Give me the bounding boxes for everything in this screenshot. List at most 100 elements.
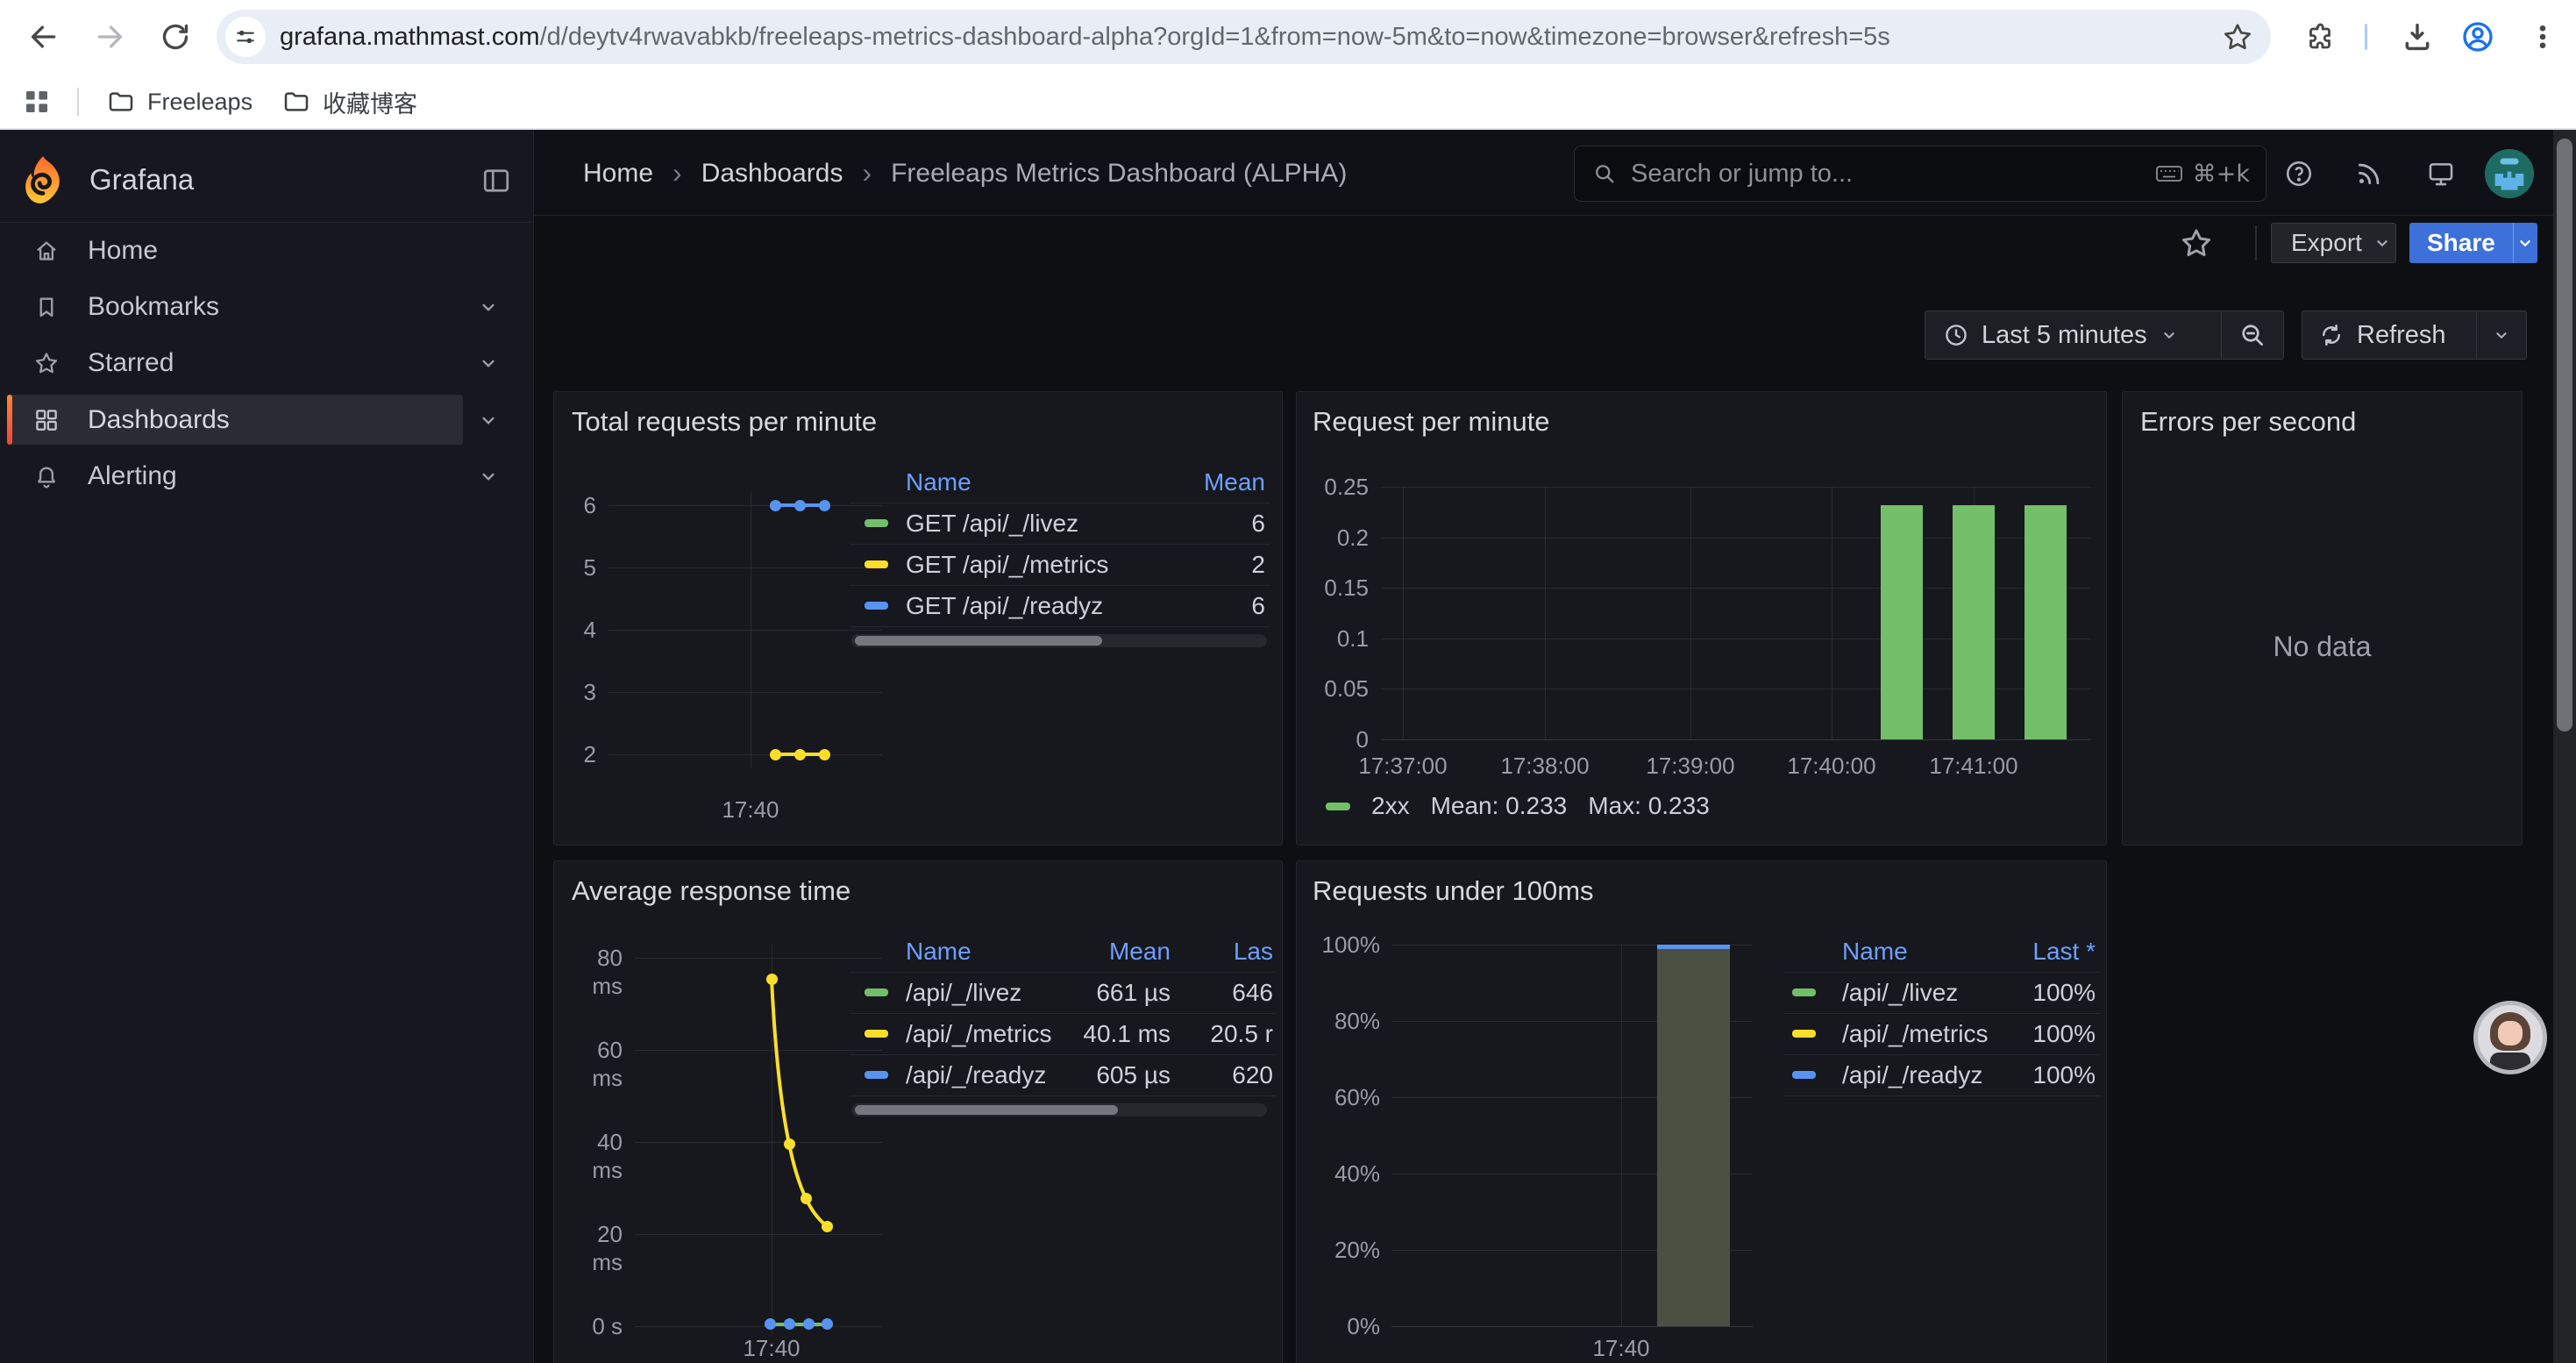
favorite-star-icon[interactable] bbox=[2179, 225, 2214, 260]
share-menu-chevron[interactable] bbox=[2513, 223, 2537, 263]
series-color-readyz[interactable] bbox=[865, 1071, 888, 1079]
sidebar-item-dashboards[interactable]: Dashboards bbox=[0, 395, 534, 445]
breadcrumb-home[interactable]: Home bbox=[583, 159, 653, 189]
legend-row-name[interactable]: /api/_/metrics bbox=[906, 1019, 1052, 1049]
apps-grid-icon[interactable] bbox=[21, 86, 53, 118]
series-color-2xx[interactable] bbox=[1326, 803, 1350, 810]
series-color-metrics[interactable] bbox=[1792, 1030, 1816, 1038]
chevron-down-icon[interactable] bbox=[477, 465, 500, 488]
table-scrollbar[interactable] bbox=[851, 634, 1267, 647]
user-avatar[interactable] bbox=[2485, 149, 2534, 198]
legend-row-name[interactable]: /api/_/livez bbox=[906, 978, 1021, 1008]
menu-kebab-icon[interactable] bbox=[2527, 21, 2558, 53]
refresh-button[interactable]: Refresh bbox=[2302, 311, 2476, 359]
sidebar-item-bookmarks[interactable]: Bookmarks bbox=[0, 282, 534, 332]
series-color-metrics[interactable] bbox=[865, 560, 888, 568]
sidebar-item-label: Bookmarks bbox=[88, 292, 219, 322]
series-color-readyz[interactable] bbox=[1792, 1071, 1816, 1079]
series-color-readyz[interactable] bbox=[865, 602, 888, 610]
panel-title[interactable]: Errors per second bbox=[2140, 406, 2356, 438]
help-icon[interactable] bbox=[2284, 159, 2314, 189]
chevron-down-icon[interactable] bbox=[477, 296, 500, 318]
sidebar-collapse-icon[interactable] bbox=[480, 165, 512, 196]
table-scrollbar[interactable] bbox=[851, 1103, 1267, 1117]
sidebar-item-home[interactable]: Home bbox=[0, 225, 534, 275]
data-point bbox=[822, 1318, 833, 1330]
legend-row-mean: 605 µs bbox=[1042, 1060, 1171, 1090]
series-color-livez[interactable] bbox=[865, 988, 888, 996]
sidebar-item-alerting[interactable]: Alerting bbox=[0, 451, 534, 501]
legend-row-name[interactable]: /api/_/livez bbox=[1842, 978, 1958, 1008]
zoom-out-button[interactable] bbox=[2222, 311, 2283, 359]
y-tick: 20% bbox=[1306, 1236, 1380, 1264]
series-color-livez[interactable] bbox=[865, 519, 888, 527]
reload-icon[interactable] bbox=[158, 19, 193, 54]
legend-row-last: 100% bbox=[2032, 1019, 2096, 1049]
gridline bbox=[1545, 487, 1546, 739]
legend-header-last[interactable]: Las bbox=[1200, 937, 1273, 967]
series-color-livez[interactable] bbox=[1792, 988, 1816, 996]
panel-title[interactable]: Requests under 100ms bbox=[1313, 875, 1594, 907]
legend-header-last[interactable]: Last * bbox=[2032, 937, 2096, 967]
refresh-interval-chevron[interactable] bbox=[2477, 311, 2526, 359]
avatar-face bbox=[2498, 1021, 2523, 1045]
legend-row-name[interactable]: /api/_/metrics bbox=[1842, 1019, 1989, 1049]
assistant-avatar-widget[interactable] bbox=[2473, 1001, 2547, 1074]
legend-row-name[interactable]: GET /api/_/metrics bbox=[906, 550, 1108, 580]
export-button[interactable]: Export bbox=[2271, 223, 2396, 263]
x-tick: 17:40:00 bbox=[1761, 752, 1902, 780]
y-tick: 2 bbox=[561, 740, 596, 768]
legend-row-name[interactable]: GET /api/_/livez bbox=[906, 509, 1078, 539]
legend-row-last: 100% bbox=[2032, 1060, 2096, 1090]
url-bar[interactable]: grafana.mathmast.com/d/deytv4rwavabkb/fr… bbox=[217, 10, 2271, 64]
bookmark-item-freeleaps[interactable]: Freeleaps bbox=[107, 86, 253, 118]
download-icon[interactable] bbox=[2400, 19, 2435, 54]
news-rss-icon[interactable] bbox=[2354, 159, 2384, 189]
scrollbar-thumb[interactable] bbox=[855, 636, 1102, 646]
legend-header-name[interactable]: Name bbox=[906, 937, 971, 967]
kiosk-monitor-icon[interactable] bbox=[2426, 159, 2456, 189]
profile-icon[interactable] bbox=[2460, 19, 2495, 54]
y-tick: 60% bbox=[1306, 1083, 1380, 1111]
legend-header-name[interactable]: Name bbox=[906, 467, 971, 497]
y-tick: 4 bbox=[561, 616, 596, 644]
y-tick: 0% bbox=[1306, 1312, 1380, 1340]
forward-icon[interactable] bbox=[92, 19, 127, 54]
breadcrumb-separator: › bbox=[862, 157, 872, 189]
legend-row-name[interactable]: GET /api/_/readyz bbox=[906, 591, 1103, 621]
scrollbar-thumb[interactable] bbox=[855, 1105, 1118, 1115]
sidebar-item-starred[interactable]: Starred bbox=[0, 338, 534, 388]
table-separator bbox=[1783, 1013, 2101, 1014]
time-range-picker[interactable]: Last 5 minutes bbox=[1925, 311, 2221, 359]
legend-header-name[interactable]: Name bbox=[1842, 937, 1908, 967]
legend-header-mean[interactable]: Mean bbox=[1204, 467, 1265, 497]
series-color-metrics[interactable] bbox=[865, 1030, 888, 1038]
share-button[interactable]: Share bbox=[2409, 223, 2537, 263]
legend-series-name[interactable]: 2xx bbox=[1371, 792, 1410, 820]
chevron-down-icon[interactable] bbox=[477, 409, 500, 432]
legend-row-name[interactable]: /api/_/readyz bbox=[1842, 1060, 1982, 1090]
data-point bbox=[784, 1138, 795, 1150]
x-tick: 17:40 bbox=[1569, 1334, 1674, 1362]
breadcrumb-dashboards[interactable]: Dashboards bbox=[701, 159, 843, 189]
panel-title[interactable]: Total requests per minute bbox=[572, 406, 877, 438]
bookmark-item-blogs[interactable]: 收藏博客 bbox=[282, 86, 417, 118]
legend-table: Name Last * /api/_/livez 100% /api/_/met… bbox=[1783, 935, 2101, 1110]
x-tick: 17:41:00 bbox=[1904, 752, 2044, 780]
chevron-down-icon[interactable] bbox=[477, 352, 500, 375]
bookmarks-divider bbox=[77, 88, 79, 116]
legend-header-mean[interactable]: Mean bbox=[1078, 937, 1171, 967]
table-separator bbox=[850, 1054, 1276, 1055]
grafana-logo-icon[interactable] bbox=[23, 154, 63, 205]
search-input[interactable]: Search or jump to... ⌘+k bbox=[1574, 146, 2266, 202]
site-settings-icon[interactable] bbox=[225, 17, 266, 57]
page-scrollbar-thumb[interactable] bbox=[2557, 139, 2572, 731]
data-point bbox=[801, 1193, 812, 1204]
back-icon[interactable] bbox=[26, 19, 61, 54]
extensions-icon[interactable] bbox=[2304, 21, 2336, 53]
sidebar-item-label: Dashboards bbox=[88, 405, 230, 435]
axis-zero-line bbox=[1381, 739, 2091, 740]
legend-row-name[interactable]: /api/_/readyz bbox=[906, 1060, 1046, 1090]
panel-title[interactable]: Request per minute bbox=[1313, 406, 1550, 438]
bookmark-star-icon[interactable] bbox=[2222, 21, 2253, 53]
